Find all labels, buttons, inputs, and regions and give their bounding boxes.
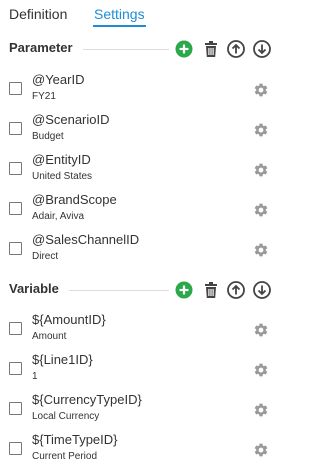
section-divider (83, 49, 169, 50)
list-item: ${Line1ID} 1 (0, 350, 281, 390)
variable-section-header: Variable (0, 278, 281, 302)
item-value: Current Period (32, 451, 98, 462)
item-name: ${AmountID} (32, 312, 106, 327)
active-tab-underline (93, 25, 146, 27)
tab-bar: Definition Settings (0, 0, 281, 28)
tab-settings[interactable]: Settings (93, 6, 146, 27)
list-item: @SalesChannelID Direct (0, 230, 281, 270)
gear-icon (254, 403, 268, 417)
item-settings-button[interactable] (253, 362, 269, 378)
item-name: @YearID (32, 72, 85, 87)
item-checkbox[interactable] (9, 242, 22, 255)
arrow-up-circle-icon (227, 40, 245, 58)
section-divider (69, 290, 169, 291)
gear-icon (254, 323, 268, 337)
variable-section-title: Variable (9, 281, 59, 296)
move-down-variable-button[interactable] (253, 281, 271, 299)
item-settings-button[interactable] (253, 322, 269, 338)
item-name: @EntityID (32, 152, 91, 167)
item-value: 1 (32, 371, 38, 382)
delete-variable-button[interactable] (202, 281, 220, 299)
list-item: ${TimeTypeID} Current Period (0, 430, 281, 469)
parameter-section-header: Parameter (0, 37, 281, 61)
item-settings-button[interactable] (253, 242, 269, 258)
tab-definition[interactable]: Definition (9, 6, 67, 22)
list-item: @BrandScope Adair, Aviva (0, 190, 281, 230)
gear-icon (254, 363, 268, 377)
gear-icon (254, 123, 268, 137)
item-value: Amount (32, 331, 67, 342)
arrow-down-circle-icon (253, 40, 271, 58)
add-circle-icon (175, 40, 193, 58)
item-value: Local Currency (32, 411, 100, 422)
item-name: @ScenarioID (32, 112, 110, 127)
item-settings-button[interactable] (253, 122, 269, 138)
gear-icon (254, 163, 268, 177)
trash-icon (205, 282, 217, 298)
delete-parameter-button[interactable] (202, 40, 220, 58)
item-value: Adair, Aviva (32, 211, 85, 222)
item-settings-button[interactable] (253, 402, 269, 418)
item-name: @SalesChannelID (32, 232, 140, 247)
add-variable-button[interactable] (175, 281, 193, 299)
add-parameter-button[interactable] (175, 40, 193, 58)
trash-icon (205, 41, 217, 57)
item-checkbox[interactable] (9, 362, 22, 375)
item-settings-button[interactable] (253, 442, 269, 458)
list-item: @YearID FY21 (0, 70, 281, 110)
arrow-up-circle-icon (227, 281, 245, 299)
item-checkbox[interactable] (9, 122, 22, 135)
gear-icon (254, 83, 268, 97)
item-checkbox[interactable] (9, 322, 22, 335)
move-down-parameter-button[interactable] (253, 40, 271, 58)
move-up-variable-button[interactable] (227, 281, 245, 299)
item-name: @BrandScope (32, 192, 117, 207)
item-value: United States (32, 171, 93, 182)
item-value: Budget (32, 131, 64, 142)
item-settings-button[interactable] (253, 162, 269, 178)
item-name: ${CurrencyTypeID} (32, 392, 142, 407)
item-checkbox[interactable] (9, 162, 22, 175)
item-checkbox[interactable] (9, 82, 22, 95)
item-checkbox[interactable] (9, 202, 22, 215)
gear-icon (254, 443, 268, 457)
add-circle-icon (175, 281, 193, 299)
item-value: Direct (32, 251, 59, 262)
list-item: ${AmountID} Amount (0, 310, 281, 350)
move-up-parameter-button[interactable] (227, 40, 245, 58)
item-checkbox[interactable] (9, 442, 22, 455)
arrow-down-circle-icon (253, 281, 271, 299)
tab-settings-label: Settings (94, 6, 145, 22)
list-item: ${CurrencyTypeID} Local Currency (0, 390, 281, 430)
item-settings-button[interactable] (253, 202, 269, 218)
item-value: FY21 (32, 91, 56, 102)
gear-icon (254, 203, 268, 217)
item-name: ${Line1ID} (32, 352, 93, 367)
parameter-section-title: Parameter (9, 40, 73, 55)
item-checkbox[interactable] (9, 402, 22, 415)
item-name: ${TimeTypeID} (32, 432, 118, 447)
item-settings-button[interactable] (253, 82, 269, 98)
list-item: @EntityID United States (0, 150, 281, 190)
list-item: @ScenarioID Budget (0, 110, 281, 150)
gear-icon (254, 243, 268, 257)
